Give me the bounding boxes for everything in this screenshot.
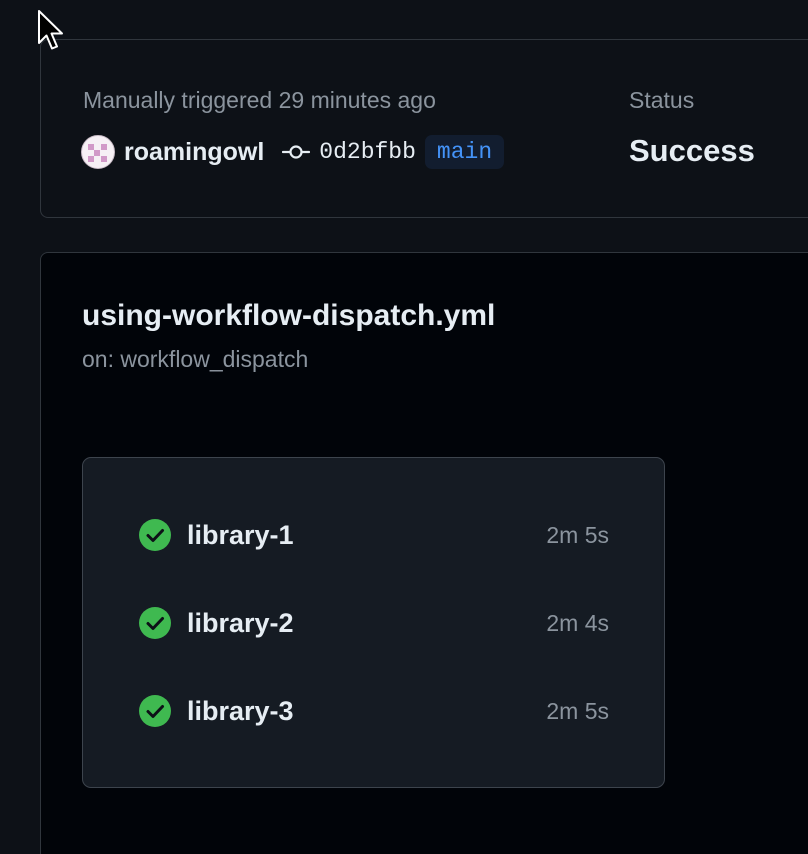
job-duration: 2m 4s [546, 609, 609, 636]
job-duration: 2m 5s [546, 521, 609, 548]
job-name: library-2 [187, 607, 294, 638]
run-meta-row: roamingowl 0d2bfbb main [81, 133, 505, 171]
job-row-library-2[interactable]: library-2 2m 4s [139, 603, 609, 643]
branch-label[interactable]: main [424, 135, 505, 169]
job-name: library-3 [187, 695, 294, 726]
actor-link[interactable]: roamingowl [124, 138, 264, 167]
trigger-text: Manually triggered 29 minutes ago [83, 87, 436, 113]
job-row-library-1[interactable]: library-1 2m 5s [139, 515, 609, 555]
git-commit-icon [282, 145, 311, 159]
check-circle-fill-icon [139, 695, 171, 727]
commit-sha-link[interactable]: 0d2bfbb [319, 139, 416, 165]
avatar[interactable] [81, 135, 115, 169]
workflow-file-name: using-workflow-dispatch.yml [82, 299, 496, 332]
workflow-trigger: on: workflow_dispatch [82, 346, 309, 372]
job-row-library-3[interactable]: library-3 2m 5s [139, 691, 609, 731]
jobs-group: library-1 2m 5s library-2 2m 4s library-… [82, 457, 665, 788]
run-summary-card: Manually triggered 29 minutes ago roamin… [40, 39, 808, 218]
status-value: Success [629, 133, 755, 168]
check-circle-fill-icon [139, 519, 171, 551]
check-circle-fill-icon [139, 607, 171, 639]
workflow-graph-card: using-workflow-dispatch.yml on: workflow… [40, 252, 808, 854]
job-name: library-1 [187, 519, 294, 550]
mouse-pointer-icon [38, 10, 63, 50]
status-label: Status [629, 87, 695, 113]
workflow-run-page: Manually triggered 29 minutes ago roamin… [0, 0, 808, 854]
job-duration: 2m 5s [546, 697, 609, 724]
